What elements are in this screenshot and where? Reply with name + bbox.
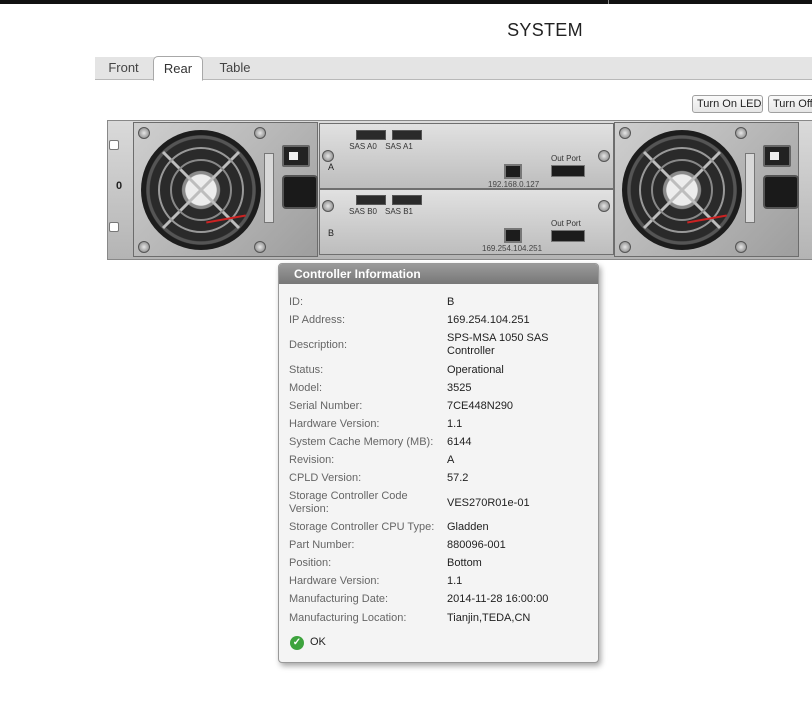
info-value: Gladden: [447, 521, 489, 533]
info-label: Storage Controller Code Version:: [289, 490, 408, 515]
info-label: Model:: [289, 382, 323, 394]
screw-icon: [138, 127, 150, 139]
fan-grill: [158, 147, 244, 233]
sas-port-icon: [392, 195, 422, 205]
sas-port-icon: [356, 130, 386, 140]
sas-port-icon: [392, 130, 422, 140]
fan-grill: [639, 147, 725, 233]
screw-icon: [598, 200, 610, 212]
out-port-label: Out Port: [551, 219, 581, 228]
power-socket-icon: [282, 175, 318, 209]
info-value: B: [447, 296, 455, 308]
power-supply-right[interactable]: [614, 122, 799, 257]
screw-icon: [598, 150, 610, 162]
top-bar: [0, 0, 812, 4]
sas-port-icon: [356, 195, 386, 205]
turn-on-leds-button[interactable]: Turn On LEDs: [692, 95, 763, 113]
info-value: Tianjin,TEDA,CN: [447, 612, 531, 624]
power-socket-icon: [763, 175, 799, 209]
controller-b[interactable]: B SAS B0 SAS B1 169.254.104.251 Out Port: [319, 189, 614, 255]
info-label: IP Address:: [289, 314, 346, 326]
info-label: Storage Controller CPU Type:: [289, 521, 435, 533]
turn-off-leds-button[interactable]: Turn Off: [768, 95, 812, 113]
info-value: 3525: [447, 382, 472, 394]
screw-icon: [735, 241, 747, 253]
info-label: System Cache Memory (MB):: [289, 436, 434, 448]
controller-ip: 192.168.0.127: [488, 180, 540, 189]
popup-title: Controller Information: [279, 264, 598, 284]
screw-icon: [254, 241, 266, 253]
info-value: VES270R01e-01: [447, 497, 530, 509]
info-label: Part Number:: [289, 539, 355, 551]
psu-handle: [264, 153, 274, 223]
health-status: OK: [310, 636, 326, 648]
info-value: SPS-MSA 1050 SAS Controller: [447, 332, 549, 357]
info-value: Operational: [447, 364, 504, 376]
info-label: ID:: [289, 296, 304, 308]
out-port-label: Out Port: [551, 154, 581, 163]
info-value: 880096-001: [447, 539, 506, 551]
system-page: SYSTEM Front Rear Table Turn On LEDs Tur…: [0, 0, 812, 718]
sas-port-label: SAS B1: [384, 207, 413, 216]
rack-ear-hole: [109, 222, 119, 232]
info-label: Hardware Version:: [289, 418, 380, 430]
screw-icon: [735, 127, 747, 139]
screw-icon: [254, 127, 266, 139]
fan-icon: [622, 130, 742, 250]
info-value: 57.2: [447, 472, 469, 484]
power-supply-left[interactable]: [133, 122, 318, 257]
info-value: 7CE448N290: [447, 400, 514, 412]
info-value: 1.1: [447, 575, 463, 587]
tab-front[interactable]: Front: [95, 57, 152, 80]
out-port-icon: [551, 230, 585, 242]
info-value: Bottom: [447, 557, 482, 569]
ethernet-port-icon: [504, 164, 522, 179]
info-value: 169.254.104.251: [447, 314, 530, 326]
controller-ip: 169.254.104.251: [482, 244, 543, 253]
fan-icon: [141, 130, 261, 250]
enclosure-id-label: 0: [116, 180, 123, 192]
info-label: Serial Number:: [289, 400, 363, 412]
info-label: CPLD Version:: [289, 472, 362, 484]
controller-a[interactable]: A SAS A0 SAS A1 192.168.0.127 Out Port: [319, 123, 614, 189]
info-value: 1.1: [447, 418, 463, 430]
screw-icon: [619, 241, 631, 253]
out-port-icon: [551, 165, 585, 177]
screw-icon: [619, 127, 631, 139]
info-label: Revision:: [289, 454, 335, 466]
ethernet-port-icon: [504, 228, 522, 243]
controller-info-popup: Controller Information ID: B IP Address:…: [278, 263, 599, 663]
info-value: 6144: [447, 436, 472, 448]
power-switch-icon: [763, 145, 791, 167]
info-label: Manufacturing Location:: [289, 612, 407, 624]
screw-icon: [322, 150, 334, 162]
info-label: Position:: [289, 557, 332, 569]
check-circle-icon: ✓: [290, 636, 304, 650]
screw-icon: [138, 241, 150, 253]
power-switch-icon: [282, 145, 310, 167]
rack-ear-hole: [109, 140, 119, 150]
sas-port-label: SAS B0: [348, 207, 377, 216]
top-bar-divider: [608, 0, 609, 4]
controller-letter: B: [328, 228, 335, 238]
controller-letter: A: [328, 162, 335, 172]
info-label: Hardware Version:: [289, 575, 380, 587]
info-label: Description:: [289, 339, 348, 351]
sas-port-label: SAS A1: [385, 142, 413, 151]
info-label: Status:: [289, 364, 324, 376]
tab-rear[interactable]: Rear: [153, 56, 203, 81]
psu-handle: [745, 153, 755, 223]
info-value: 2014-11-28 16:00:00: [447, 593, 549, 605]
sas-port-label: SAS A0: [349, 142, 377, 151]
view-tabs: Front Rear Table: [95, 56, 812, 81]
info-value: A: [447, 454, 455, 466]
screw-icon: [322, 200, 334, 212]
info-label: Manufacturing Date:: [289, 593, 389, 605]
tab-table[interactable]: Table: [210, 57, 260, 80]
page-title: SYSTEM: [507, 20, 583, 40]
